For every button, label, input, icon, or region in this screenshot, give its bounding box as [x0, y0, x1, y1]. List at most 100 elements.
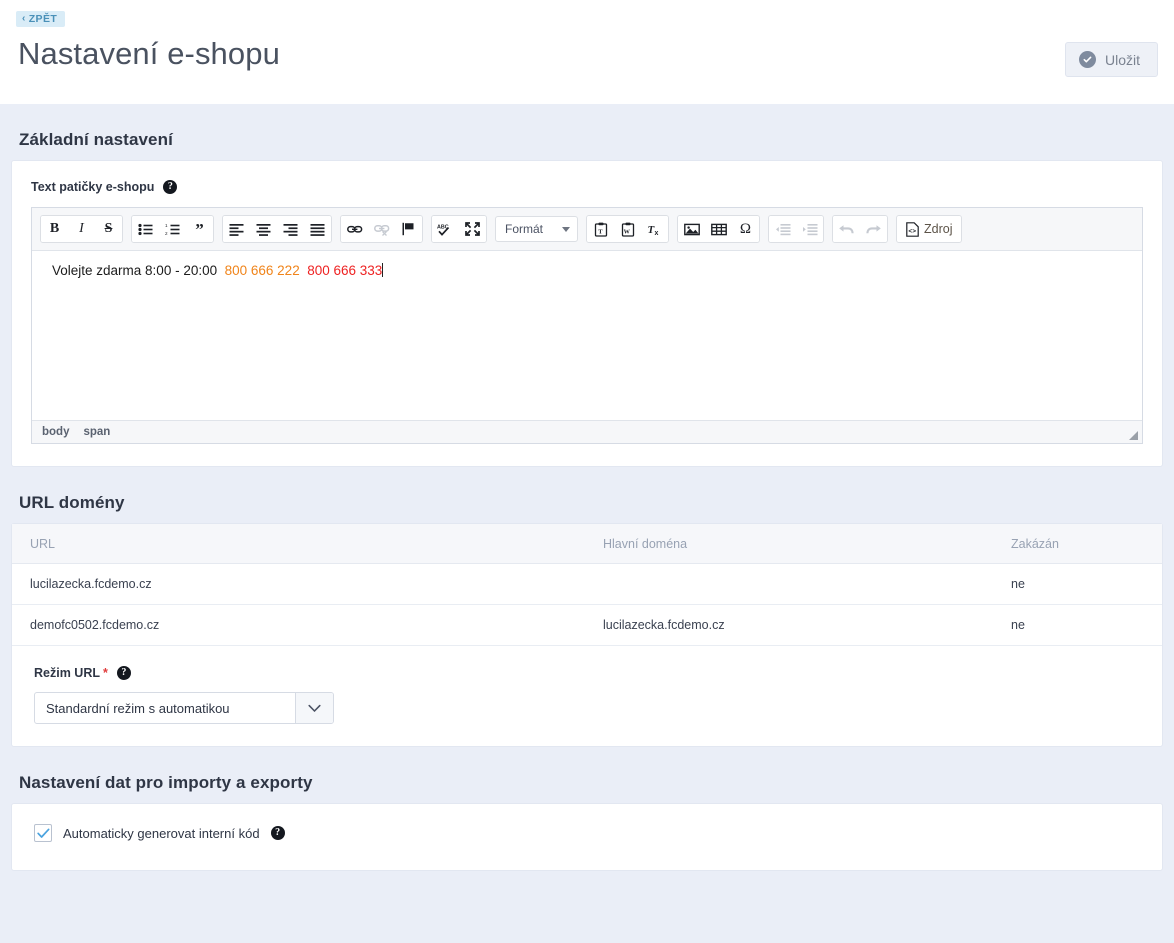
toolbar-group-insert: Ω	[677, 215, 760, 243]
back-button-label: ZPĚT	[28, 12, 58, 25]
required-marker: *	[102, 666, 108, 680]
maximize-icon[interactable]	[459, 216, 486, 242]
column-header-url: URL	[12, 524, 587, 564]
cell-main-domain: lucilazecka.fcdemo.cz	[587, 604, 1001, 646]
editor-text-phone-red: 800 666 333	[307, 263, 383, 278]
rich-text-editor: B I S 12 ” ABC Formát T W T x Ω <> Zdroj…	[31, 207, 1143, 444]
toolbar-group-tools: ABC	[431, 215, 487, 243]
toolbar-group-source: <> Zdroj	[896, 215, 963, 243]
element-path-body[interactable]: body	[42, 426, 69, 438]
svg-text:T: T	[598, 228, 603, 235]
check-circle-icon	[1078, 51, 1096, 68]
unlink-icon	[368, 216, 395, 242]
editor-toolbar: B I S 12 ” ABC Formát T W T x Ω <> Zdroj	[32, 208, 1142, 251]
editor-resize-handle[interactable]	[1129, 431, 1138, 440]
cell-url: demofc0502.fcdemo.cz	[12, 604, 587, 646]
svg-text:1: 1	[165, 223, 168, 228]
section-title-basic: Základní nastavení	[19, 130, 173, 149]
toolbar-group-links	[340, 215, 423, 243]
url-mode-select[interactable]: Standardní režim s automatikou	[34, 692, 334, 724]
save-button[interactable]: Uložit	[1064, 42, 1158, 77]
align-justify-button[interactable]	[304, 216, 331, 242]
editor-content-area[interactable]: Volejte zdarma 8:00 - 20:00 800 666 222 …	[32, 251, 1142, 420]
numbered-list-button[interactable]: 12	[159, 216, 186, 242]
editor-text-plain: Volejte zdarma 8:00 - 20:00	[52, 263, 218, 278]
text-caret	[382, 263, 384, 277]
insert-table-icon[interactable]	[705, 216, 732, 242]
link-icon[interactable]	[341, 216, 368, 242]
source-button-label: Zdroj	[924, 222, 953, 236]
svg-text:x: x	[655, 230, 659, 236]
strikethrough-button[interactable]: S	[95, 216, 122, 242]
url-mode-label: Režim URL	[34, 666, 100, 680]
section-title-import-export: Nastavení dat pro importy a exporty	[19, 773, 313, 792]
column-header-disabled: Zakázán	[1001, 524, 1162, 564]
format-select-label: Formát	[505, 222, 544, 236]
anchor-flag-icon[interactable]	[395, 216, 422, 242]
toolbar-group-lists: 12 ”	[131, 215, 214, 243]
table-row[interactable]: lucilazecka.fcdemo.cz ne	[12, 563, 1162, 605]
spellcheck-icon[interactable]: ABC	[432, 216, 459, 242]
cell-main-domain	[587, 563, 1001, 605]
bold-button[interactable]: B	[41, 216, 68, 242]
editor-text-phone-orange: 800 666 222	[224, 263, 300, 278]
auto-internal-code-row: Automaticky generovat interní kód ?	[12, 804, 1162, 842]
auto-internal-code-label: Automaticky generovat interní kód	[63, 825, 260, 841]
table-row[interactable]: demofc0502.fcdemo.cz lucilazecka.fcdemo.…	[12, 604, 1162, 646]
format-select[interactable]: Formát	[495, 216, 578, 242]
svg-text:<>: <>	[908, 228, 916, 235]
bulleted-list-button[interactable]	[132, 216, 159, 242]
toolbar-group-indent	[768, 215, 824, 243]
redo-icon	[860, 216, 887, 242]
editor-element-path: body span	[32, 420, 1142, 443]
basic-settings-card: Text patičky e-shopu ? B I S 12 ” ABC Fo…	[11, 160, 1163, 467]
toolbar-group-history	[832, 215, 888, 243]
import-export-card: Automaticky generovat interní kód ?	[11, 803, 1163, 871]
cell-disabled: ne	[1001, 563, 1162, 605]
page-title: Nastavení e-shopu	[18, 36, 280, 72]
insert-image-icon[interactable]	[678, 216, 705, 242]
align-right-button[interactable]	[277, 216, 304, 242]
chevron-down-icon[interactable]	[295, 693, 333, 723]
outdent-icon	[769, 216, 796, 242]
paste-as-text-icon[interactable]: T	[587, 216, 614, 242]
align-center-button[interactable]	[250, 216, 277, 242]
back-button[interactable]: ‹ ZPĚT	[16, 10, 66, 28]
chevron-left-icon: ‹	[22, 13, 26, 24]
section-title-domains: URL domény	[19, 493, 125, 512]
cell-disabled: ne	[1001, 604, 1162, 646]
question-mark-icon[interactable]: ?	[270, 826, 285, 840]
special-character-icon[interactable]: Ω	[732, 216, 759, 242]
element-path-span[interactable]: span	[83, 426, 110, 438]
undo-icon	[833, 216, 860, 242]
toolbar-group-clipboard: T W Tx	[586, 215, 669, 243]
url-mode-field: Režim URL * ? Standardní režim s automat…	[12, 646, 1162, 724]
save-button-label: Uložit	[1104, 51, 1140, 68]
column-header-main-domain: Hlavní doména	[587, 524, 1001, 564]
auto-internal-code-checkbox[interactable]	[34, 824, 52, 842]
caret-down-icon	[562, 226, 570, 232]
domains-card: URL Hlavní doména Zakázán lucilazecka.fc…	[11, 523, 1163, 747]
svg-text:2: 2	[165, 231, 168, 236]
source-button[interactable]: <> Zdroj	[897, 216, 962, 242]
italic-button[interactable]: I	[68, 216, 95, 242]
page-body: Základní nastavení Text patičky e-shopu …	[0, 104, 1174, 943]
question-mark-icon[interactable]: ?	[163, 180, 178, 194]
svg-text:W: W	[623, 228, 630, 235]
table-header-row: URL Hlavní doména Zakázán	[12, 524, 1162, 564]
paste-from-word-icon[interactable]: W	[614, 216, 641, 242]
align-left-button[interactable]	[223, 216, 250, 242]
url-mode-selected-value: Standardní režim s automatikou	[46, 700, 230, 716]
toolbar-group-align	[222, 215, 332, 243]
cell-url: lucilazecka.fcdemo.cz	[12, 563, 587, 605]
domains-table: URL Hlavní doména Zakázán lucilazecka.fc…	[12, 524, 1162, 646]
footer-text-label-row: Text patičky e-shopu ?	[31, 180, 1143, 194]
question-mark-icon[interactable]: ?	[116, 666, 131, 680]
remove-format-icon[interactable]: Tx	[641, 216, 668, 242]
page-header: ‹ ZPĚT Nastavení e-shopu Uložit	[0, 0, 1174, 104]
blockquote-button[interactable]: ”	[186, 216, 213, 242]
indent-icon	[796, 216, 823, 242]
url-mode-label-row: Režim URL * ?	[34, 666, 1162, 680]
toolbar-group-basicstyles: B I S	[40, 215, 123, 243]
footer-text-label: Text patičky e-shopu	[31, 180, 155, 194]
